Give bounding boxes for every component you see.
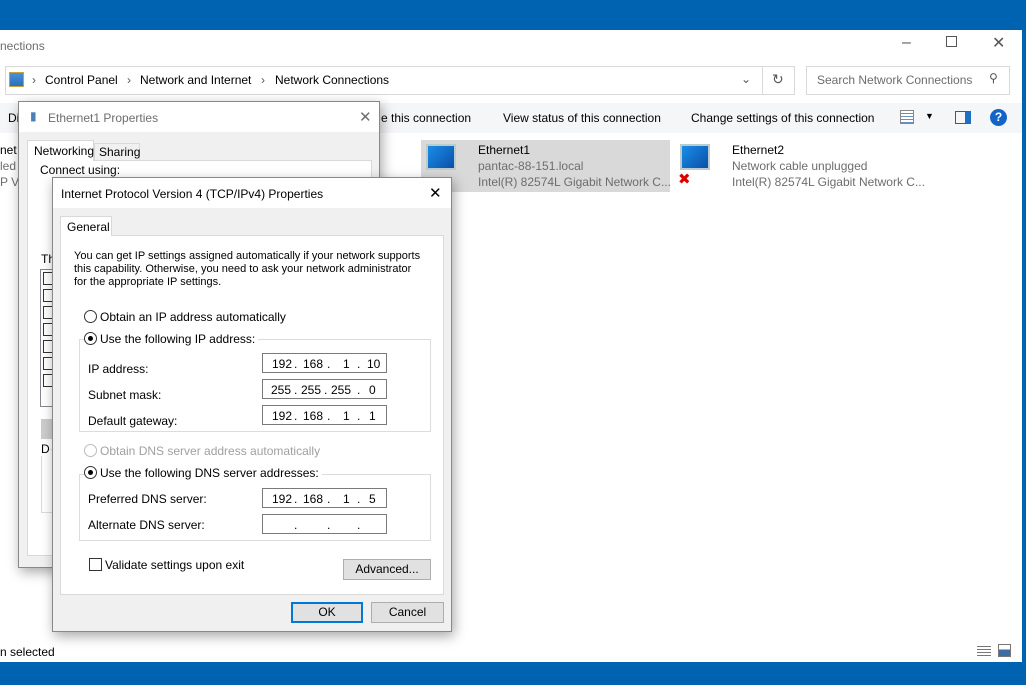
ip-address-label: IP address: (88, 362, 149, 376)
tab-networking[interactable]: Networking (27, 140, 94, 161)
dialog-title: Ethernet1 Properties (48, 111, 159, 125)
toolbar-change-settings[interactable]: Change settings of this connection (691, 111, 874, 125)
connection-status: pantac-88-151.local (478, 159, 584, 173)
chevron-right-icon: › (32, 73, 36, 87)
radio-use-ip[interactable]: Use the following IP address: (84, 332, 259, 346)
clipped-item-name: net (0, 143, 17, 157)
radio-obtain-dns: Obtain DNS server address automatically (84, 444, 320, 458)
general-panel: You can get IP settings assigned automat… (60, 235, 444, 595)
dialog-titlebar: ▮ Ethernet1 Properties ✕ (19, 102, 379, 132)
clipped-item-adapter: P V (0, 175, 20, 189)
search-input[interactable]: Search Network Connections ⚲ (806, 66, 1010, 95)
close-button[interactable]: ✕ (359, 108, 372, 126)
tab-general[interactable]: General (60, 216, 112, 236)
default-gateway-field[interactable]: 192. 168. 1. 1 (262, 405, 387, 425)
connection-ethernet2[interactable]: ✖ Ethernet2 Network cable unplugged Inte… (675, 140, 925, 192)
ip-address-field[interactable]: 192. 168. 1. 10 (262, 353, 387, 373)
default-gateway-label: Default gateway: (88, 414, 178, 428)
toolbar-view-status[interactable]: View status of this connection (503, 111, 661, 125)
clipped-item-status: led (0, 159, 17, 173)
status-bar-text: n selected (0, 645, 55, 659)
maximize-button[interactable] (946, 36, 957, 47)
preview-pane-icon[interactable] (955, 111, 971, 124)
validate-checkbox[interactable]: Validate settings upon exit (89, 558, 244, 572)
chevron-right-icon: › (127, 73, 131, 87)
minimize-button[interactable]: – (902, 34, 911, 52)
connection-name: Ethernet1 (478, 143, 531, 157)
window-title: nections (0, 39, 45, 53)
connection-adapter: Intel(R) 82574L Gigabit Network C... (478, 175, 671, 189)
breadcrumb-network-connections[interactable]: Network Connections (275, 73, 389, 87)
close-button[interactable]: ✕ (992, 33, 1005, 53)
toolbar-rename[interactable]: e this connection (381, 111, 471, 125)
ip-group: IP address: 192. 168. 1. 10 Subnet mask: 25… (79, 339, 431, 432)
view-options-icon[interactable] (900, 110, 914, 124)
connection-name: Ethernet2 (732, 143, 785, 157)
network-adapter-icon (426, 144, 456, 170)
ipv4-properties-dialog: Internet Protocol Version 4 (TCP/IPv4) P… (52, 177, 452, 632)
refresh-icon[interactable]: ↻ (772, 71, 784, 88)
subnet-mask-field[interactable]: 255. 255. 255. 0 (262, 379, 387, 399)
radio-use-dns[interactable]: Use the following DNS server addresses: (84, 466, 322, 480)
details-view-icon[interactable] (977, 644, 991, 657)
alternate-dns-field[interactable]: ... (262, 514, 387, 534)
network-plug-icon: ▮ (30, 109, 37, 123)
intro-text: You can get IP settings assigned automat… (74, 250, 421, 288)
address-bar[interactable]: › Control Panel › Network and Internet ›… (5, 66, 795, 95)
tab-sharing[interactable]: Sharing (94, 143, 140, 160)
help-icon[interactable]: ? (990, 109, 1007, 126)
close-button[interactable]: ✕ (429, 184, 442, 202)
large-icons-view-icon[interactable] (998, 644, 1011, 657)
subnet-mask-label: Subnet mask: (88, 388, 162, 402)
connection-adapter: Intel(R) 82574L Gigabit Network C... (732, 175, 925, 189)
advanced-button[interactable]: Advanced... (343, 559, 431, 580)
chevron-down-icon[interactable]: ⌄ (741, 72, 751, 86)
dns-group: Preferred DNS server: 192. 168. 1. 5 Altern… (79, 474, 431, 541)
cancel-button[interactable]: Cancel (371, 602, 444, 623)
network-adapter-icon (680, 144, 710, 170)
preferred-dns-field[interactable]: 192. 168. 1. 5 (262, 488, 387, 508)
dropdown-arrow-icon[interactable]: ▼ (925, 111, 934, 121)
control-panel-icon (9, 72, 24, 87)
chevron-right-icon: › (261, 73, 265, 87)
preferred-dns-label: Preferred DNS server: (88, 492, 207, 506)
search-icon[interactable]: ⚲ (989, 71, 998, 85)
breadcrumb-control-panel[interactable]: Control Panel (45, 73, 118, 87)
alternate-dns-label: Alternate DNS server: (88, 518, 205, 532)
search-placeholder: Search Network Connections (817, 73, 973, 87)
breadcrumb-network-internet[interactable]: Network and Internet (140, 73, 251, 87)
connection-status: Network cable unplugged (732, 159, 868, 173)
radio-obtain-ip[interactable]: Obtain an IP address automatically (84, 310, 286, 324)
connection-ethernet1[interactable]: Ethernet1 pantac-88-151.local Intel(R) 8… (421, 140, 671, 192)
ok-button[interactable]: OK (291, 602, 363, 623)
dialog-title: Internet Protocol Version 4 (TCP/IPv4) P… (61, 187, 324, 201)
disconnected-x-icon: ✖ (678, 171, 691, 188)
divider (762, 67, 763, 94)
dialog-titlebar: Internet Protocol Version 4 (TCP/IPv4) P… (53, 178, 451, 208)
connect-using-label: Connect using: (40, 163, 121, 177)
